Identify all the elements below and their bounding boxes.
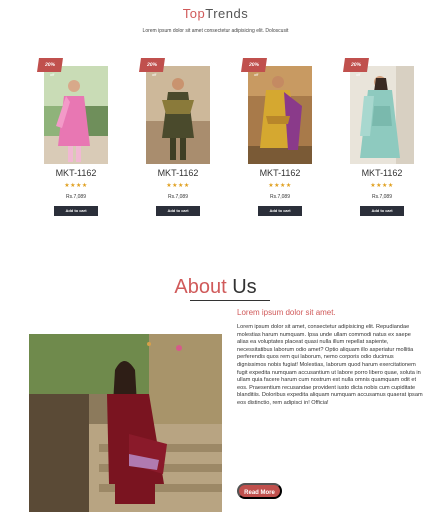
product-grid: 20% off MKT-1162 ★★★★ Rs.7,089 Add to ca… [37,58,418,228]
about-body-text: Lorem ipsum dolor sit amet, consectetur … [237,324,423,406]
rating-stars: ★★★★ [268,183,292,189]
product-code: MKT-1162 [259,168,301,178]
product-price: Rs.7,089 [269,194,290,200]
product-code: MKT-1162 [55,168,97,178]
off-label: off [152,72,157,77]
about-heading-rest: Us [232,276,257,298]
off-label: off [356,72,361,77]
product-image[interactable] [146,66,210,164]
discount-badge: 20% [139,58,165,72]
product-price: Rs.7,089 [65,194,86,200]
top-trends-heading: TopTrends [0,6,431,21]
rating-stars: ★★★★ [166,183,190,189]
product-card[interactable]: 20% off MKT-1162 ★★★★ Rs.7,089 Add to ca… [241,58,312,220]
product-image[interactable] [44,66,108,164]
about-us-heading: About Us [0,276,431,299]
about-photo [29,334,222,512]
discount-badge: 20% [343,58,369,72]
off-label: off [254,72,259,77]
add-to-cart-button[interactable]: Add to cart [156,206,200,216]
product-image[interactable] [248,66,312,164]
heading-underline [190,300,270,301]
read-more-button[interactable]: Read More [237,483,282,499]
product-card[interactable]: 20% off MKT-1162 ★★★★ Rs.7,089 Add to ca… [37,58,108,220]
rating-stars: ★★★★ [64,183,88,189]
product-image[interactable] [350,66,414,164]
top-trends-subtitle: Lorem ipsum dolor sit amet consectetur a… [142,28,289,34]
discount-badge: 20% [241,58,267,72]
product-price: Rs.7,089 [371,194,392,200]
heading-rest: Trends [205,6,249,21]
product-price: Rs.7,089 [167,194,188,200]
off-label: off [50,72,55,77]
heading-accent: Top [182,6,206,21]
add-to-cart-button[interactable]: Add to cart [258,206,302,216]
about-heading-accent: About [174,276,227,298]
rating-stars: ★★★★ [370,183,394,189]
about-subtitle: Lorem ipsum dolor sit amet. [237,308,336,317]
add-to-cart-button[interactable]: Add to cart [360,206,404,216]
discount-badge: 20% [37,58,63,72]
product-card[interactable]: 20% off MKT-1162 ★★★★ Rs.7,089 Add to ca… [139,58,210,220]
product-card[interactable]: 20% off MKT-1162 ★★★★ Rs.7,089 Add to ca… [343,58,414,220]
product-code: MKT-1162 [361,168,403,178]
product-code: MKT-1162 [157,168,199,178]
add-to-cart-button[interactable]: Add to cart [54,206,98,216]
